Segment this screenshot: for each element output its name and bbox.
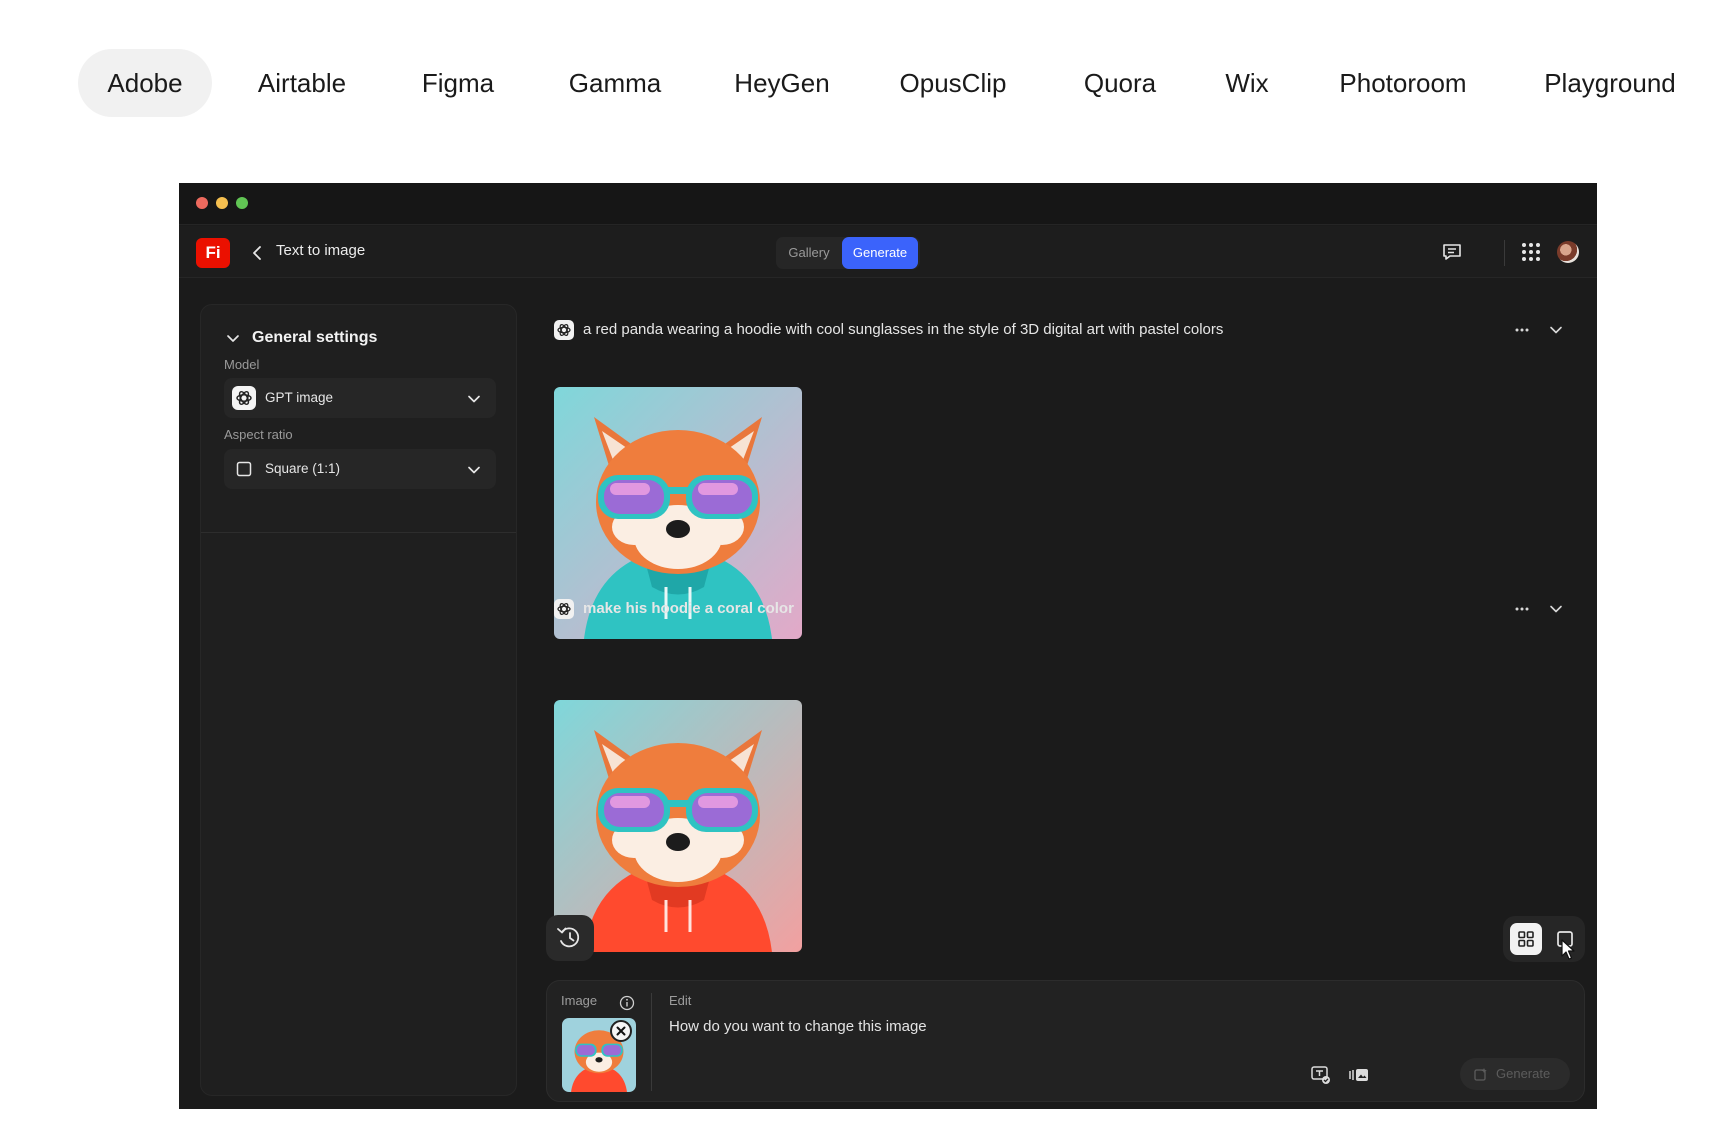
aspect-ratio-label: Aspect ratio: [224, 427, 293, 442]
text-check-icon[interactable]: [1310, 1065, 1332, 1085]
collapse-chevron-icon[interactable]: [225, 331, 241, 347]
chevron-down-icon: [468, 395, 480, 403]
app-header: Fi Text to image Gallery Generate: [179, 226, 1597, 278]
close-icon: [616, 1026, 626, 1036]
chevron-down-icon[interactable]: [1548, 322, 1564, 338]
window-titlebar: [179, 183, 1597, 225]
tab-opusclip[interactable]: OpusClip: [883, 49, 1023, 117]
more-options-icon[interactable]: [1512, 320, 1532, 340]
comment-icon[interactable]: [1441, 241, 1463, 263]
grid-view-button[interactable]: [1510, 923, 1542, 955]
tab-heygen[interactable]: HeyGen: [716, 49, 848, 117]
openai-icon: [554, 599, 574, 619]
grid-view-icon: [1518, 931, 1534, 947]
tab-quora[interactable]: Quora: [1062, 49, 1178, 117]
image-settings-icon[interactable]: [1348, 1065, 1370, 1085]
tab-figma[interactable]: Figma: [398, 49, 518, 117]
apps-grid-icon[interactable]: [1520, 241, 1542, 263]
openai-icon: [232, 386, 256, 410]
edit-composer: Image Edit How do you want to change thi…: [546, 980, 1585, 1102]
mouse-cursor-icon: [1561, 939, 1575, 960]
aspect-ratio-value: Square (1:1): [265, 461, 341, 476]
tab-gamma[interactable]: Gamma: [551, 49, 679, 117]
edit-prompt-input[interactable]: How do you want to change this image: [669, 1018, 927, 1035]
panel-divider: [201, 532, 516, 533]
remove-image-button[interactable]: [610, 1020, 632, 1042]
prompt-row: a red panda wearing a hoodie with cool s…: [554, 318, 1564, 342]
generate-button[interactable]: Generate: [1460, 1058, 1570, 1090]
firefly-logo[interactable]: Fi: [196, 238, 230, 268]
tab-adobe[interactable]: Adobe: [78, 49, 212, 117]
image-label: Image: [561, 993, 598, 1008]
chevron-down-icon[interactable]: [1548, 601, 1564, 617]
header-divider: [1504, 240, 1505, 266]
square-icon: [236, 461, 252, 477]
prompt-text: a red panda wearing a hoodie with cool s…: [583, 321, 1224, 338]
model-label: Model: [224, 357, 260, 372]
app-window: Fi Text to image Gallery Generate Genera…: [179, 183, 1597, 1109]
back-chevron-icon[interactable]: [249, 244, 267, 262]
generate-button-label: Generate: [1496, 1066, 1551, 1081]
model-select[interactable]: GPT image: [224, 378, 496, 418]
tab-wix[interactable]: Wix: [1203, 49, 1291, 117]
settings-panel: General settings Model GPT image Aspect …: [200, 304, 517, 1096]
openai-icon: [554, 320, 574, 340]
chevron-down-icon: [468, 466, 480, 474]
info-icon[interactable]: [619, 995, 635, 1011]
tab-playground[interactable]: Playground: [1527, 49, 1693, 117]
minimize-window-button[interactable]: [216, 197, 228, 209]
avatar[interactable]: [1557, 241, 1579, 263]
view-switch: Gallery Generate: [776, 237, 920, 269]
more-options-icon[interactable]: [1512, 599, 1532, 619]
close-window-button[interactable]: [196, 197, 208, 209]
edit-label: Edit: [669, 993, 692, 1008]
maximize-window-button[interactable]: [236, 197, 248, 209]
aspect-ratio-select[interactable]: Square (1:1): [224, 449, 496, 489]
history-icon: [557, 927, 580, 948]
tab-generate[interactable]: Generate: [842, 237, 918, 269]
general-settings-heading[interactable]: General settings: [252, 329, 377, 347]
prompt-text: make his hoodie a coral color: [583, 600, 794, 617]
company-tabs: Adobe Airtable Figma Gamma HeyGen OpusCl…: [0, 0, 1725, 170]
model-value: GPT image: [265, 390, 334, 405]
page-title: Text to image: [276, 242, 366, 259]
composer-divider: [651, 993, 652, 1091]
tab-airtable[interactable]: Airtable: [235, 49, 369, 117]
history-button[interactable]: [546, 915, 594, 961]
generate-icon: [1474, 1068, 1487, 1081]
prompt-row: make his hoodie a coral color: [554, 597, 1564, 621]
tab-gallery[interactable]: Gallery: [776, 237, 842, 269]
tab-photoroom[interactable]: Photoroom: [1323, 49, 1483, 117]
